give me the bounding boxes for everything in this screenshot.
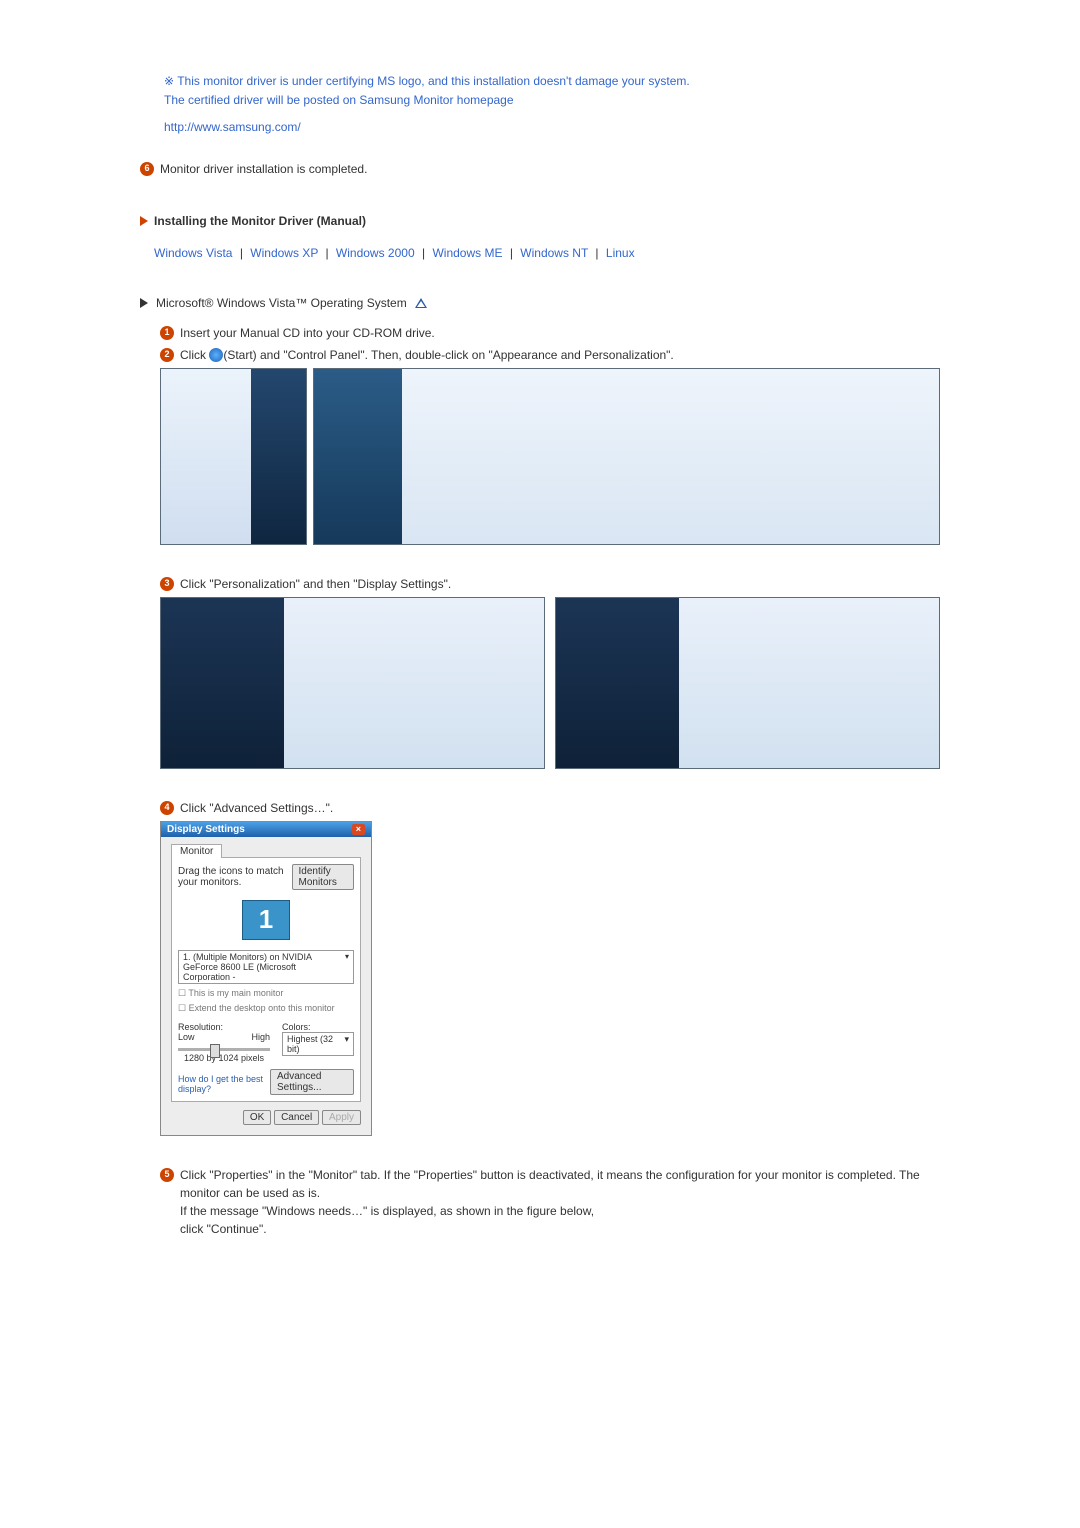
step-3-text: Click "Personalization" and then "Displa…: [180, 575, 940, 593]
step-number-6-icon: 6: [140, 162, 154, 176]
link-windows-me[interactable]: Windows ME: [432, 246, 502, 260]
step-5-text: Click "Properties" in the "Monitor" tab.…: [180, 1166, 940, 1238]
step-number-3-icon: 3: [160, 577, 174, 591]
personalization-screenshots: [160, 597, 940, 769]
link-windows-2000[interactable]: Windows 2000: [336, 246, 415, 260]
notice-line-1: This monitor driver is under certifying …: [177, 74, 690, 88]
display-settings-dialog: Display Settings × Monitor Drag the icon…: [160, 821, 372, 1136]
notice-marker: ※: [164, 74, 174, 88]
appearance-screenshot: [160, 597, 545, 769]
step-number-1-icon: 1: [160, 326, 174, 340]
start-orb-icon: [209, 348, 223, 362]
ok-button[interactable]: OK: [243, 1110, 271, 1125]
section-arrow-icon: [140, 216, 148, 226]
os-link-row: Windows Vista | Windows XP | Windows 200…: [154, 246, 940, 260]
chevron-down-icon: ▾: [344, 1034, 349, 1054]
notice-line-2: The certified driver will be posted on S…: [164, 93, 514, 107]
resolution-value: 1280 by 1024 pixels: [178, 1053, 270, 1063]
step-number-5-icon: 5: [160, 1168, 174, 1182]
personalization-screenshot: [555, 597, 940, 769]
identify-monitors-button[interactable]: Identify Monitors: [292, 864, 355, 890]
certification-notice: ※ This monitor driver is under certifyin…: [164, 72, 940, 138]
resolution-slider[interactable]: [178, 1048, 270, 1051]
step-6-text: Monitor driver installation is completed…: [160, 160, 940, 178]
link-windows-xp[interactable]: Windows XP: [250, 246, 318, 260]
best-display-link[interactable]: How do I get the best display?: [178, 1074, 270, 1094]
step-number-2-icon: 2: [160, 348, 174, 362]
extend-desktop-checkbox[interactable]: ☐ Extend the desktop onto this monitor: [178, 1003, 354, 1014]
link-windows-vista[interactable]: Windows Vista: [154, 246, 232, 260]
link-linux[interactable]: Linux: [606, 246, 635, 260]
cancel-button[interactable]: Cancel: [274, 1110, 319, 1125]
step-4-text: Click "Advanced Settings…".: [180, 799, 940, 817]
samsung-homepage-link[interactable]: http://www.samsung.com/: [164, 118, 940, 137]
play-arrow-icon: [140, 298, 148, 308]
apply-button[interactable]: Apply: [322, 1110, 361, 1125]
link-windows-nt[interactable]: Windows NT: [520, 246, 588, 260]
close-icon[interactable]: ×: [352, 824, 365, 835]
drag-instruction: Drag the icons to match your monitors.: [178, 866, 292, 888]
monitor-preview[interactable]: 1: [242, 900, 290, 940]
step-1-text: Insert your Manual CD into your CD-ROM d…: [180, 324, 940, 342]
start-menu-screenshot: [160, 368, 307, 545]
chevron-down-icon: ▾: [345, 952, 349, 982]
dialog-title-text: Display Settings: [167, 824, 245, 835]
colors-label: Colors:: [282, 1022, 354, 1032]
monitor-select[interactable]: 1. (Multiple Monitors) on NVIDIA GeForce…: [178, 950, 354, 984]
control-panel-screenshot: [313, 368, 940, 545]
main-monitor-checkbox[interactable]: ☐ This is my main monitor: [178, 988, 354, 999]
step-number-4-icon: 4: [160, 801, 174, 815]
monitor-tab[interactable]: Monitor: [171, 844, 222, 858]
dialog-titlebar: Display Settings ×: [161, 822, 371, 837]
control-panel-screenshots: [160, 368, 940, 545]
advanced-settings-button[interactable]: Advanced Settings...: [270, 1069, 354, 1095]
resolution-label: Resolution:: [178, 1022, 270, 1032]
os-subheader: Microsoft® Windows Vista™ Operating Syst…: [156, 296, 407, 310]
step-2-text: Click (Start) and "Control Panel". Then,…: [180, 346, 940, 364]
triangle-icon: [415, 298, 427, 308]
section-title: Installing the Monitor Driver (Manual): [154, 214, 366, 228]
colors-select[interactable]: Highest (32 bit)▾: [282, 1032, 354, 1056]
